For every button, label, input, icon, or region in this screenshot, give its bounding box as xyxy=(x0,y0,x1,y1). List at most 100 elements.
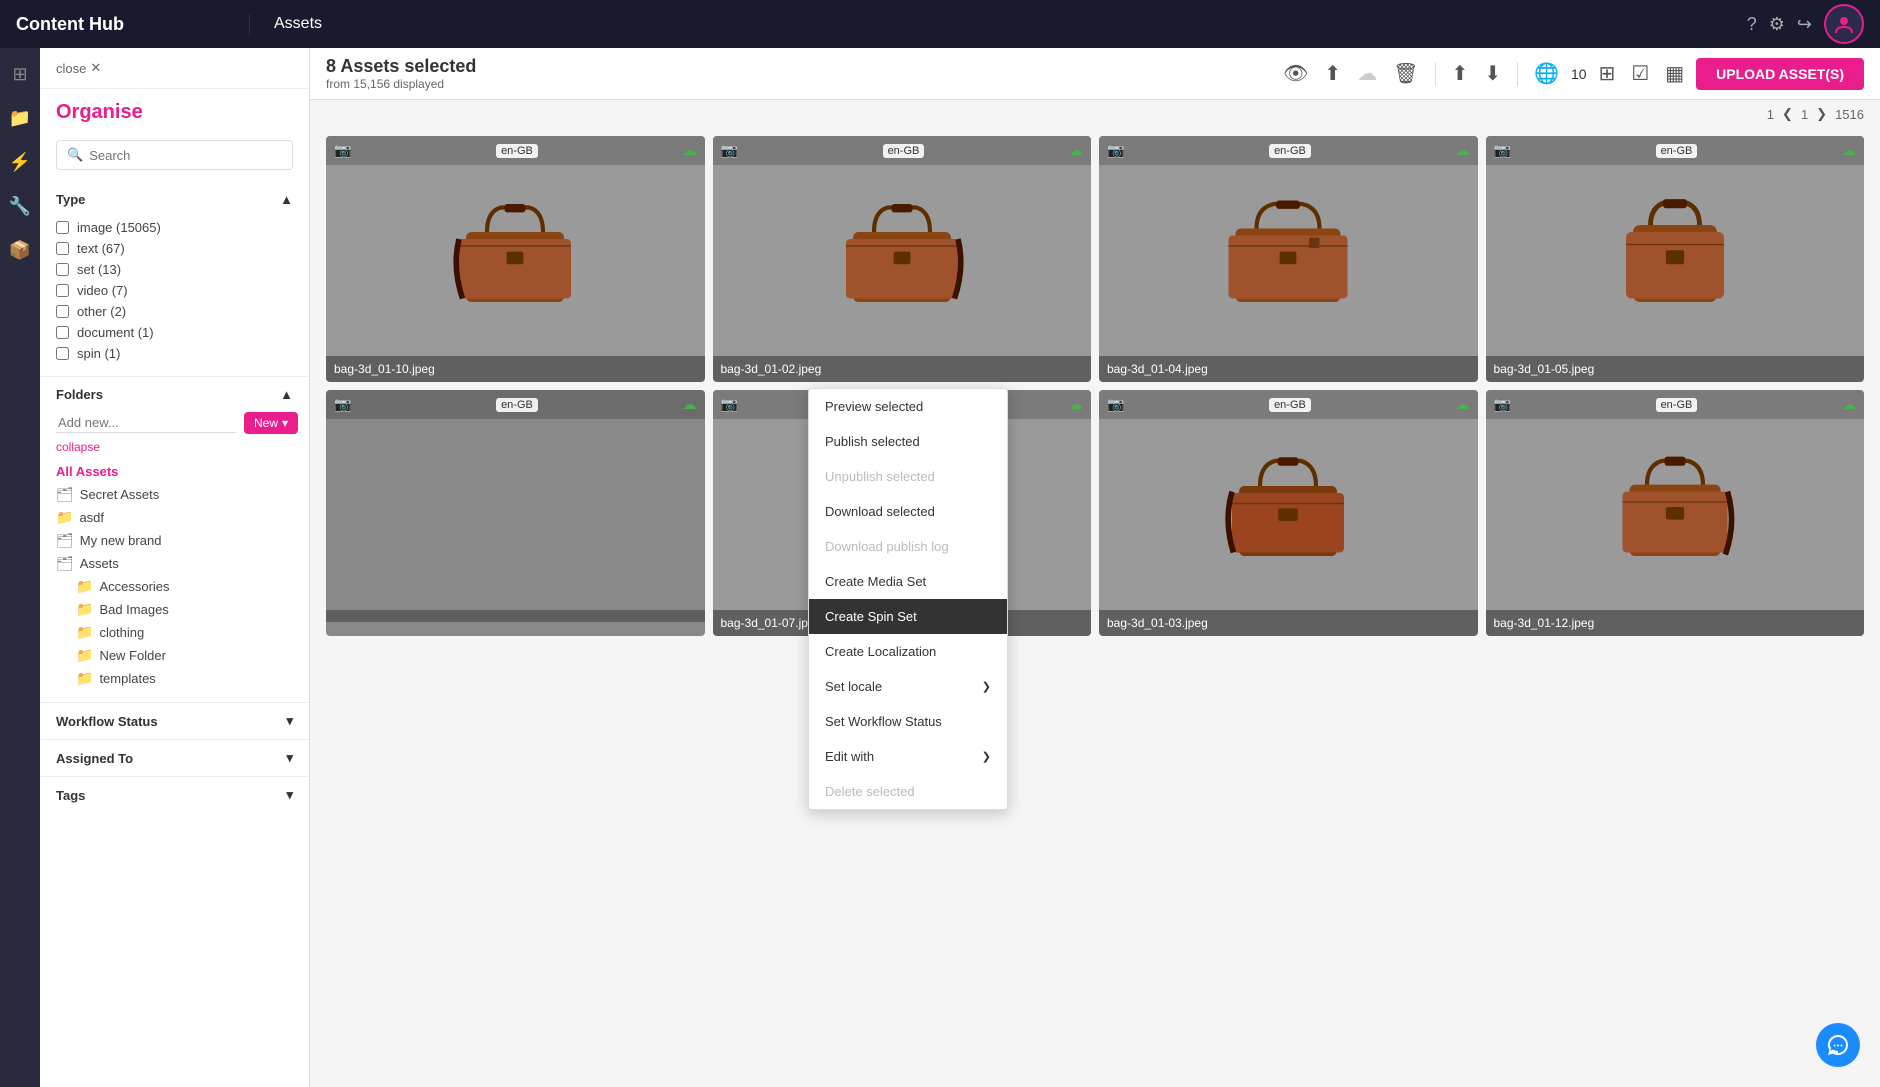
select-icon[interactable]: ▦ xyxy=(1661,57,1688,90)
sidebar-icon-tools[interactable]: 🔧 xyxy=(2,188,38,224)
filter-set[interactable]: set (13) xyxy=(56,259,293,280)
filter-text[interactable]: text (67) xyxy=(56,238,293,259)
top-navigation: Content Hub Assets ? ⚙ ↪ xyxy=(0,0,1880,48)
help-icon[interactable]: ? xyxy=(1747,14,1757,35)
upload-assets-button[interactable]: UPLOAD ASSET(S) xyxy=(1696,58,1864,90)
settings-icon[interactable]: ⚙ xyxy=(1769,14,1785,35)
menu-create-media-set[interactable]: Create Media Set xyxy=(809,564,1007,599)
assigned-to-header[interactable]: Assigned To ▾ xyxy=(56,740,293,776)
asset-card-4[interactable]: 📷 en-GB ☁ bag-3d_01-05.jpeg xyxy=(1486,136,1865,382)
asset-card-3[interactable]: 📷 en-GB ☁ bag-3d_01-04.jpeg xyxy=(1099,136,1478,382)
check-icon[interactable]: ☑ xyxy=(1627,57,1653,90)
sort-up-icon[interactable]: ⬆ xyxy=(1448,57,1473,90)
folders-header[interactable]: Folders ▲ xyxy=(56,377,293,412)
search-box[interactable]: 🔍 xyxy=(56,140,293,170)
asset-card-8[interactable]: 📷 en-GB ☁ bag-3d_01-12.jpeg xyxy=(1486,390,1865,636)
search-input[interactable] xyxy=(89,148,282,163)
selected-sub: from 15,156 displayed xyxy=(326,77,476,91)
folder-secret-assets[interactable]: 🗂 Secret Assets xyxy=(56,483,293,506)
asset-image-area-7 xyxy=(1099,390,1478,610)
filter-spin[interactable]: spin (1) xyxy=(56,343,293,364)
filter-document[interactable]: document (1) xyxy=(56,322,293,343)
locale-badge: en-GB xyxy=(496,144,538,158)
add-folder-input[interactable] xyxy=(56,413,236,433)
tags-header[interactable]: Tags ▾ xyxy=(56,777,293,813)
filter-text-checkbox[interactable] xyxy=(56,242,69,255)
menu-publish-selected[interactable]: Publish selected xyxy=(809,424,1007,459)
toolbar-left: 8 Assets selected from 15,156 displayed xyxy=(326,56,476,91)
edit-with-arrow: ❯ xyxy=(982,750,991,763)
filter-image[interactable]: image (15065) xyxy=(56,217,293,238)
menu-set-locale[interactable]: Set locale ❯ xyxy=(809,669,1007,704)
all-assets-folder[interactable]: All Assets xyxy=(56,460,293,483)
filter-spin-checkbox[interactable] xyxy=(56,347,69,360)
eye-icon[interactable]: 👁 xyxy=(1279,57,1312,90)
prev-page-button[interactable]: ❮ xyxy=(1782,106,1793,122)
filter-other[interactable]: other (2) xyxy=(56,301,293,322)
workflow-status-section: Workflow Status ▾ xyxy=(40,703,309,740)
asset-card-5[interactable]: 📷 en-GB ☁ xyxy=(326,390,705,636)
filter-video[interactable]: video (7) xyxy=(56,280,293,301)
page-current: 1 xyxy=(1767,107,1774,122)
workflow-status-header[interactable]: Workflow Status ▾ xyxy=(56,703,293,739)
camera-icon: 📷 xyxy=(334,142,351,159)
page-title: Assets xyxy=(250,15,1731,33)
sidebar-icon-apps[interactable]: ⊞ xyxy=(2,56,38,92)
menu-download-publish-log[interactable]: Download publish log xyxy=(809,529,1007,564)
menu-edit-with[interactable]: Edit with ❯ xyxy=(809,739,1007,774)
main-content: 8 Assets selected from 15,156 displayed … xyxy=(310,48,1880,1087)
chat-bubble[interactable] xyxy=(1816,1023,1860,1067)
subfolder-accessories[interactable]: 📁 Accessories xyxy=(56,575,293,598)
asset-image-area xyxy=(326,136,705,356)
locale-badge-7: en-GB xyxy=(1269,398,1311,412)
subfolder-new-folder[interactable]: 📁 New Folder xyxy=(56,644,293,667)
folders-chevron: ▲ xyxy=(280,387,293,402)
top-nav-actions: ? ⚙ ↪ xyxy=(1731,4,1880,44)
left-panel: close ✕ Organise 🔍 Type ▲ image (15065) … xyxy=(40,48,310,1087)
filter-other-checkbox[interactable] xyxy=(56,305,69,318)
menu-preview-selected[interactable]: Preview selected xyxy=(809,389,1007,424)
asset-card-2[interactable]: 📷 en-GB ☁ bag-3d_01-02.jpeg xyxy=(713,136,1092,382)
filter-set-checkbox[interactable] xyxy=(56,263,69,276)
sidebar-icon-box[interactable]: 📦 xyxy=(2,232,38,268)
new-folder-button[interactable]: New ▾ xyxy=(244,412,298,434)
type-filter-header[interactable]: Type ▲ xyxy=(56,182,293,217)
trash-icon[interactable]: 🗑 xyxy=(1389,57,1422,90)
subfolder-clothing[interactable]: 📁 clothing xyxy=(56,621,293,644)
folder-asdf[interactable]: 📁 asdf xyxy=(56,506,293,529)
logout-icon[interactable]: ↪ xyxy=(1797,14,1812,35)
close-icon: ✕ xyxy=(90,60,101,76)
sidebar-icon-folder[interactable]: 📁 xyxy=(2,100,38,136)
upload-icon[interactable]: ⬆ xyxy=(1320,57,1345,90)
menu-set-workflow-status[interactable]: Set Workflow Status xyxy=(809,704,1007,739)
menu-create-localization[interactable]: Create Localization xyxy=(809,634,1007,669)
folder-assets[interactable]: 🗂 Assets xyxy=(56,552,293,575)
folder-my-new-brand[interactable]: 🗂 My new brand xyxy=(56,529,293,552)
cloud-icon[interactable]: ☁ xyxy=(1353,57,1381,90)
grid-icon[interactable]: ⊞ xyxy=(1595,57,1620,90)
filter-video-checkbox[interactable] xyxy=(56,284,69,297)
sidebar-icon-filter[interactable]: ⚡ xyxy=(2,144,38,180)
menu-delete-selected[interactable]: Delete selected xyxy=(809,774,1007,809)
close-panel[interactable]: close ✕ xyxy=(56,60,101,76)
page-total: 1516 xyxy=(1835,107,1864,122)
tags-chevron: ▾ xyxy=(286,787,293,803)
organise-title: Organise xyxy=(56,101,293,124)
menu-create-spin-set[interactable]: Create Spin Set xyxy=(809,599,1007,634)
filter-image-checkbox[interactable] xyxy=(56,221,69,234)
next-page-button[interactable]: ❯ xyxy=(1816,106,1827,122)
subfolder-templates[interactable]: 📁 templates xyxy=(56,667,293,690)
menu-download-selected[interactable]: Download selected xyxy=(809,494,1007,529)
menu-unpublish-selected[interactable]: Unpublish selected xyxy=(809,459,1007,494)
avatar[interactable] xyxy=(1824,4,1864,44)
subfolder-bad-images[interactable]: 📁 Bad Images xyxy=(56,598,293,621)
collapse-link[interactable]: collapse xyxy=(56,440,293,454)
close-label: close xyxy=(56,61,86,76)
icon-sidebar: ⊞ 📁 ⚡ 🔧 📦 xyxy=(0,48,40,1087)
globe-icon[interactable]: 🌐 xyxy=(1530,57,1563,90)
asset-card-7[interactable]: 📷 en-GB ☁ bag-3d_01-03.jpeg xyxy=(1099,390,1478,636)
asset-card[interactable]: 📷 en-GB ☁ bag-3d_01-10.jpeg xyxy=(326,136,705,382)
filter-document-checkbox[interactable] xyxy=(56,326,69,339)
set-locale-arrow: ❯ xyxy=(982,680,991,693)
sort-down-icon[interactable]: ⬇ xyxy=(1480,57,1505,90)
